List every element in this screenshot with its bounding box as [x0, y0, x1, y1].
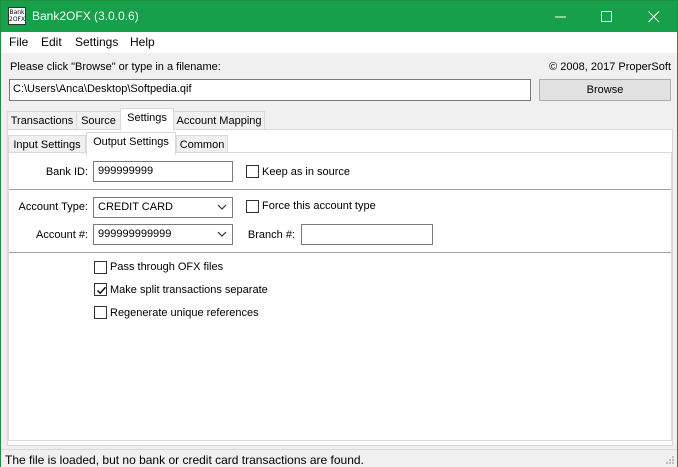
maximize-button[interactable] — [584, 1, 630, 32]
close-button[interactable] — [631, 1, 677, 32]
menu-settings[interactable]: Settings — [75, 35, 118, 49]
tab-settings[interactable]: Settings — [120, 108, 174, 131]
account-type-label: Account Type: — [18, 201, 88, 213]
bank-id-field[interactable]: 999999999 — [93, 161, 233, 182]
menu-help[interactable]: Help — [130, 35, 155, 49]
tab-source[interactable]: Source — [76, 111, 121, 131]
bank-id-label: Bank ID: — [45, 166, 88, 178]
keep-as-in-source-label: Keep as in source — [262, 166, 351, 178]
maximize-icon — [601, 11, 612, 22]
split-transactions-checkbox[interactable] — [94, 283, 107, 296]
app-logo-text-bottom: 2OFX — [9, 16, 26, 23]
checkmark-icon — [96, 286, 107, 295]
copyright-text: © 2008, 2017 ProperSoft — [549, 61, 671, 73]
menu-bar: File Edit Settings Help — [1, 32, 677, 53]
account-number-value: 999999999999 — [98, 228, 172, 240]
tab-account-mapping[interactable]: Account Mapping — [173, 111, 265, 131]
minimize-button[interactable] — [538, 1, 584, 32]
split-transactions-label: Make split transactions separate — [110, 284, 268, 296]
account-number-select[interactable]: 999999999999 — [93, 224, 233, 245]
status-text: The file is loaded, but no bank or credi… — [5, 453, 364, 467]
status-bar: The file is loaded, but no bank or credi… — [1, 449, 677, 467]
divider — [9, 252, 671, 253]
filename-input[interactable]: C:\Users\Anca\Desktop\Softpedia.qif — [9, 79, 531, 101]
chevron-down-icon — [217, 231, 227, 237]
branch-label: Branch #: — [247, 229, 295, 241]
account-number-label: Account #: — [36, 229, 88, 241]
account-type-value: CREDIT CARD — [98, 201, 173, 213]
force-account-type-label: Force this account type — [262, 200, 376, 212]
tab-output-settings[interactable]: Output Settings — [86, 132, 176, 155]
regenerate-references-label: Regenerate unique references — [110, 307, 259, 319]
regenerate-references-checkbox[interactable] — [94, 306, 107, 319]
keep-as-in-source-checkbox[interactable] — [246, 165, 259, 178]
divider — [9, 189, 671, 190]
window-title: Bank2OFX (3.0.0.6) — [32, 9, 139, 23]
title-bar[interactable]: Bank 2OFX Bank2OFX (3.0.0.6) — [1, 1, 677, 32]
pass-through-ofx-label: Pass through OFX files — [110, 261, 224, 273]
resize-grip-icon[interactable] — [665, 455, 675, 465]
tab-transactions[interactable]: Transactions — [7, 111, 77, 131]
force-account-type-checkbox[interactable] — [246, 200, 259, 213]
pass-through-ofx-checkbox[interactable] — [94, 261, 107, 274]
output-settings-panel — [8, 152, 672, 441]
chevron-down-icon — [217, 204, 227, 210]
browse-button[interactable]: Browse — [539, 79, 671, 101]
app-logo-icon: Bank 2OFX — [8, 7, 26, 25]
app-window: Bank 2OFX Bank2OFX (3.0.0.6) File Edit S… — [0, 0, 678, 467]
close-icon — [648, 11, 660, 23]
menu-edit[interactable]: Edit — [41, 35, 62, 49]
account-type-select[interactable]: CREDIT CARD — [93, 197, 233, 218]
app-logo-text-top: Bank — [9, 9, 25, 16]
branch-field[interactable] — [301, 224, 433, 245]
filename-prompt: Please click "Browse" or type in a filen… — [10, 61, 221, 73]
menu-file[interactable]: File — [9, 35, 28, 49]
minimize-icon — [555, 16, 566, 18]
